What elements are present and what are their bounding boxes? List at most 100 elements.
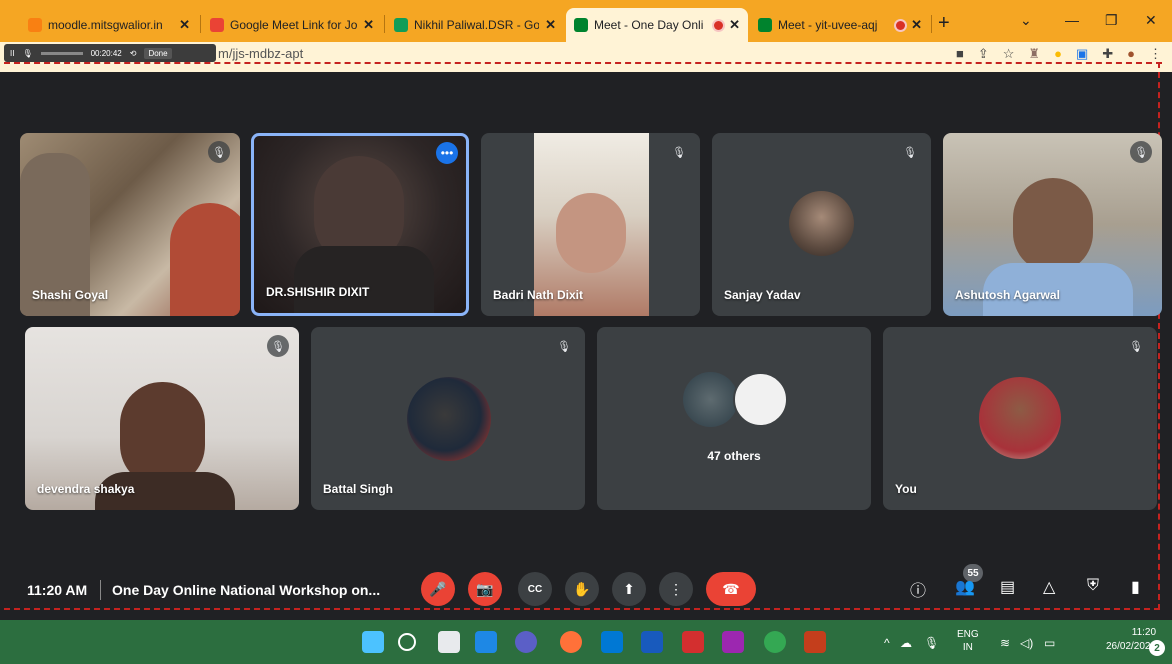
screen: moodle.mitsgwalior.in ✕ Google Meet Link… xyxy=(0,0,1172,664)
present-screen-button[interactable]: ⬆ xyxy=(612,572,646,606)
search-icon[interactable] xyxy=(398,633,416,651)
raise-hand-button[interactable]: ✋ xyxy=(565,572,599,606)
new-tab-button[interactable]: + xyxy=(938,12,950,35)
avatar xyxy=(733,372,788,427)
minimize-button[interactable]: — xyxy=(1065,12,1079,28)
avatar xyxy=(683,372,738,427)
people-icon[interactable]: 👥 xyxy=(955,577,975,597)
task-view-icon[interactable] xyxy=(438,631,460,653)
address-bar-url[interactable]: m/jjs-mdbz-apt xyxy=(218,46,303,61)
tab-moodle[interactable]: moodle.mitsgwalior.in ✕ xyxy=(20,8,198,42)
windows-start-icon[interactable] xyxy=(362,631,384,653)
wifi-icon[interactable]: ≋ xyxy=(1000,636,1010,650)
avatar xyxy=(979,377,1061,459)
extension-record-icon[interactable]: ▣ xyxy=(1076,46,1088,62)
mic-tray-icon[interactable]: 🎙 xyxy=(924,636,939,650)
app-icon[interactable] xyxy=(722,631,744,653)
meet-icon xyxy=(574,18,588,32)
divider xyxy=(100,580,101,600)
more-options-button[interactable]: ••• xyxy=(436,142,458,164)
widgets-icon[interactable] xyxy=(475,631,497,653)
pdf-reader-icon[interactable] xyxy=(682,631,704,653)
maximize-button[interactable]: ❐ xyxy=(1105,12,1118,29)
meeting-details-icon[interactable]: ⓘ xyxy=(910,577,926,601)
participant-name: Battal Singh xyxy=(323,482,394,496)
host-controls-icon[interactable]: ⛨ xyxy=(1087,577,1099,595)
participant-tile-shashi-goyal[interactable]: 🎙 Shashi Goyal xyxy=(20,133,240,316)
participant-tile-battal-singh[interactable]: 🎙 Battal Singh xyxy=(311,327,585,510)
participant-tile-ashutosh-agarwal[interactable]: 🎙 Ashutosh Agarwal xyxy=(943,133,1162,316)
tab-meet-yit[interactable]: Meet - yit-uvee-aqj ✕ xyxy=(750,8,930,42)
close-window-button[interactable]: ✕ xyxy=(1145,12,1157,29)
mic-toggle-button[interactable]: 🎤 xyxy=(421,572,455,606)
close-icon[interactable]: ✕ xyxy=(729,17,740,33)
participant-name: devendra shakya xyxy=(37,482,135,496)
pause-icon[interactable]: II xyxy=(10,49,14,58)
tray-chevron-icon[interactable]: ^ xyxy=(884,636,890,650)
tab-meet-workshop[interactable]: Meet - One Day Onli ✕ xyxy=(566,8,748,42)
extensions-puzzle-icon[interactable]: ✚ xyxy=(1102,46,1113,62)
chat-icon[interactable]: ▤ xyxy=(1000,577,1015,597)
tab-divider xyxy=(384,15,385,33)
others-count-label: 47 others xyxy=(707,449,761,463)
tab-google-sheets[interactable]: Nikhil Paliwal.DSR - Goog ✕ xyxy=(386,8,564,42)
powerpoint-icon[interactable] xyxy=(804,631,826,653)
undo-icon[interactable]: ⟲ xyxy=(130,49,137,58)
participant-tile-devendra-shakya[interactable]: 🎙 devendra shakya xyxy=(25,327,299,510)
extension-bulb-icon[interactable]: ● xyxy=(1054,46,1062,62)
tab-divider xyxy=(200,15,201,33)
teams-chat-icon[interactable] xyxy=(515,631,537,653)
address-bar-row: II 🎙 00:20:42 ⟲ Done m/jjs-mdbz-apt ■ ⇪ … xyxy=(0,42,1172,72)
close-icon[interactable]: ✕ xyxy=(179,17,190,33)
onedrive-icon[interactable]: ☁ xyxy=(900,636,912,650)
participant-tile-sanjay-yadav[interactable]: 🎙 Sanjay Yadav xyxy=(712,133,931,316)
participant-name: Ashutosh Agarwal xyxy=(955,288,1060,302)
avatar xyxy=(407,377,491,461)
captions-button[interactable]: CC xyxy=(518,572,552,606)
participant-name: You xyxy=(895,482,917,496)
share-icon[interactable]: ⇪ xyxy=(978,46,989,62)
browser-toolbar-icons: ■ ⇪ ☆ ♜ ● ▣ ✚ ● ⋮ xyxy=(956,46,1162,62)
more-options-button[interactable]: ⋮ xyxy=(659,572,693,606)
bookmark-star-icon[interactable]: ☆ xyxy=(1003,46,1015,62)
leave-call-button[interactable]: ☎ xyxy=(706,572,756,606)
profile-avatar-icon[interactable]: ● xyxy=(1127,46,1135,62)
mic-off-icon: 🎙 xyxy=(903,146,917,159)
participant-tile-others[interactable]: 47 others xyxy=(597,327,871,510)
tab-title: Meet - One Day Onli xyxy=(594,18,704,32)
chrome-icon[interactable] xyxy=(764,631,786,653)
camera-indicator-icon[interactable]: ■ xyxy=(956,46,964,62)
gmail-icon xyxy=(210,18,224,32)
firefox-icon[interactable] xyxy=(560,631,582,653)
notification-badge[interactable]: 2 xyxy=(1149,640,1165,656)
camera-toggle-button[interactable]: 📷 xyxy=(468,572,502,606)
close-icon[interactable]: ✕ xyxy=(911,17,922,33)
avatar xyxy=(789,191,854,256)
mic-icon[interactable]: 🎙 xyxy=(22,49,32,58)
recorder-volume-track[interactable] xyxy=(40,51,83,55)
extension-icon[interactable]: ♜ xyxy=(1028,46,1040,62)
activities-icon[interactable]: △ xyxy=(1043,577,1055,597)
mic-off-icon: 🎙 xyxy=(267,335,289,357)
desktop-icon[interactable] xyxy=(601,631,623,653)
recorder-done-button[interactable]: Done xyxy=(144,47,172,59)
close-icon[interactable]: ✕ xyxy=(545,17,556,33)
participant-tile-you[interactable]: 🎙 You xyxy=(883,327,1157,510)
participant-tile-badri-nath-dixit[interactable]: 🎙 Badri Nath Dixit xyxy=(481,133,700,316)
tab-search-icon[interactable]: ⌄ xyxy=(1020,12,1032,29)
battery-icon[interactable]: ▭ xyxy=(1044,636,1055,650)
volume-icon[interactable]: ◁) xyxy=(1020,636,1033,650)
extension-toolbar-icon[interactable]: ▮ xyxy=(1131,577,1140,597)
close-icon[interactable]: ✕ xyxy=(363,17,374,33)
tab-title: Nikhil Paliwal.DSR - Goog xyxy=(414,18,540,32)
tab-google-meet-link[interactable]: Google Meet Link for Join ✕ xyxy=(202,8,382,42)
language-indicator[interactable]: ENG IN xyxy=(957,628,979,654)
browser-menu-icon[interactable]: ⋮ xyxy=(1149,46,1162,62)
participant-name: DR.SHISHIR DIXIT xyxy=(266,285,370,299)
tab-title: Google Meet Link for Join xyxy=(230,18,358,32)
word-icon[interactable] xyxy=(641,631,663,653)
tab-divider xyxy=(931,15,932,33)
participant-tile-dr-shishir-dixit[interactable]: ••• DR.SHISHIR DIXIT xyxy=(251,133,469,316)
tab-title: Meet - yit-uvee-aqj xyxy=(778,18,878,32)
region-code: IN xyxy=(962,642,973,653)
